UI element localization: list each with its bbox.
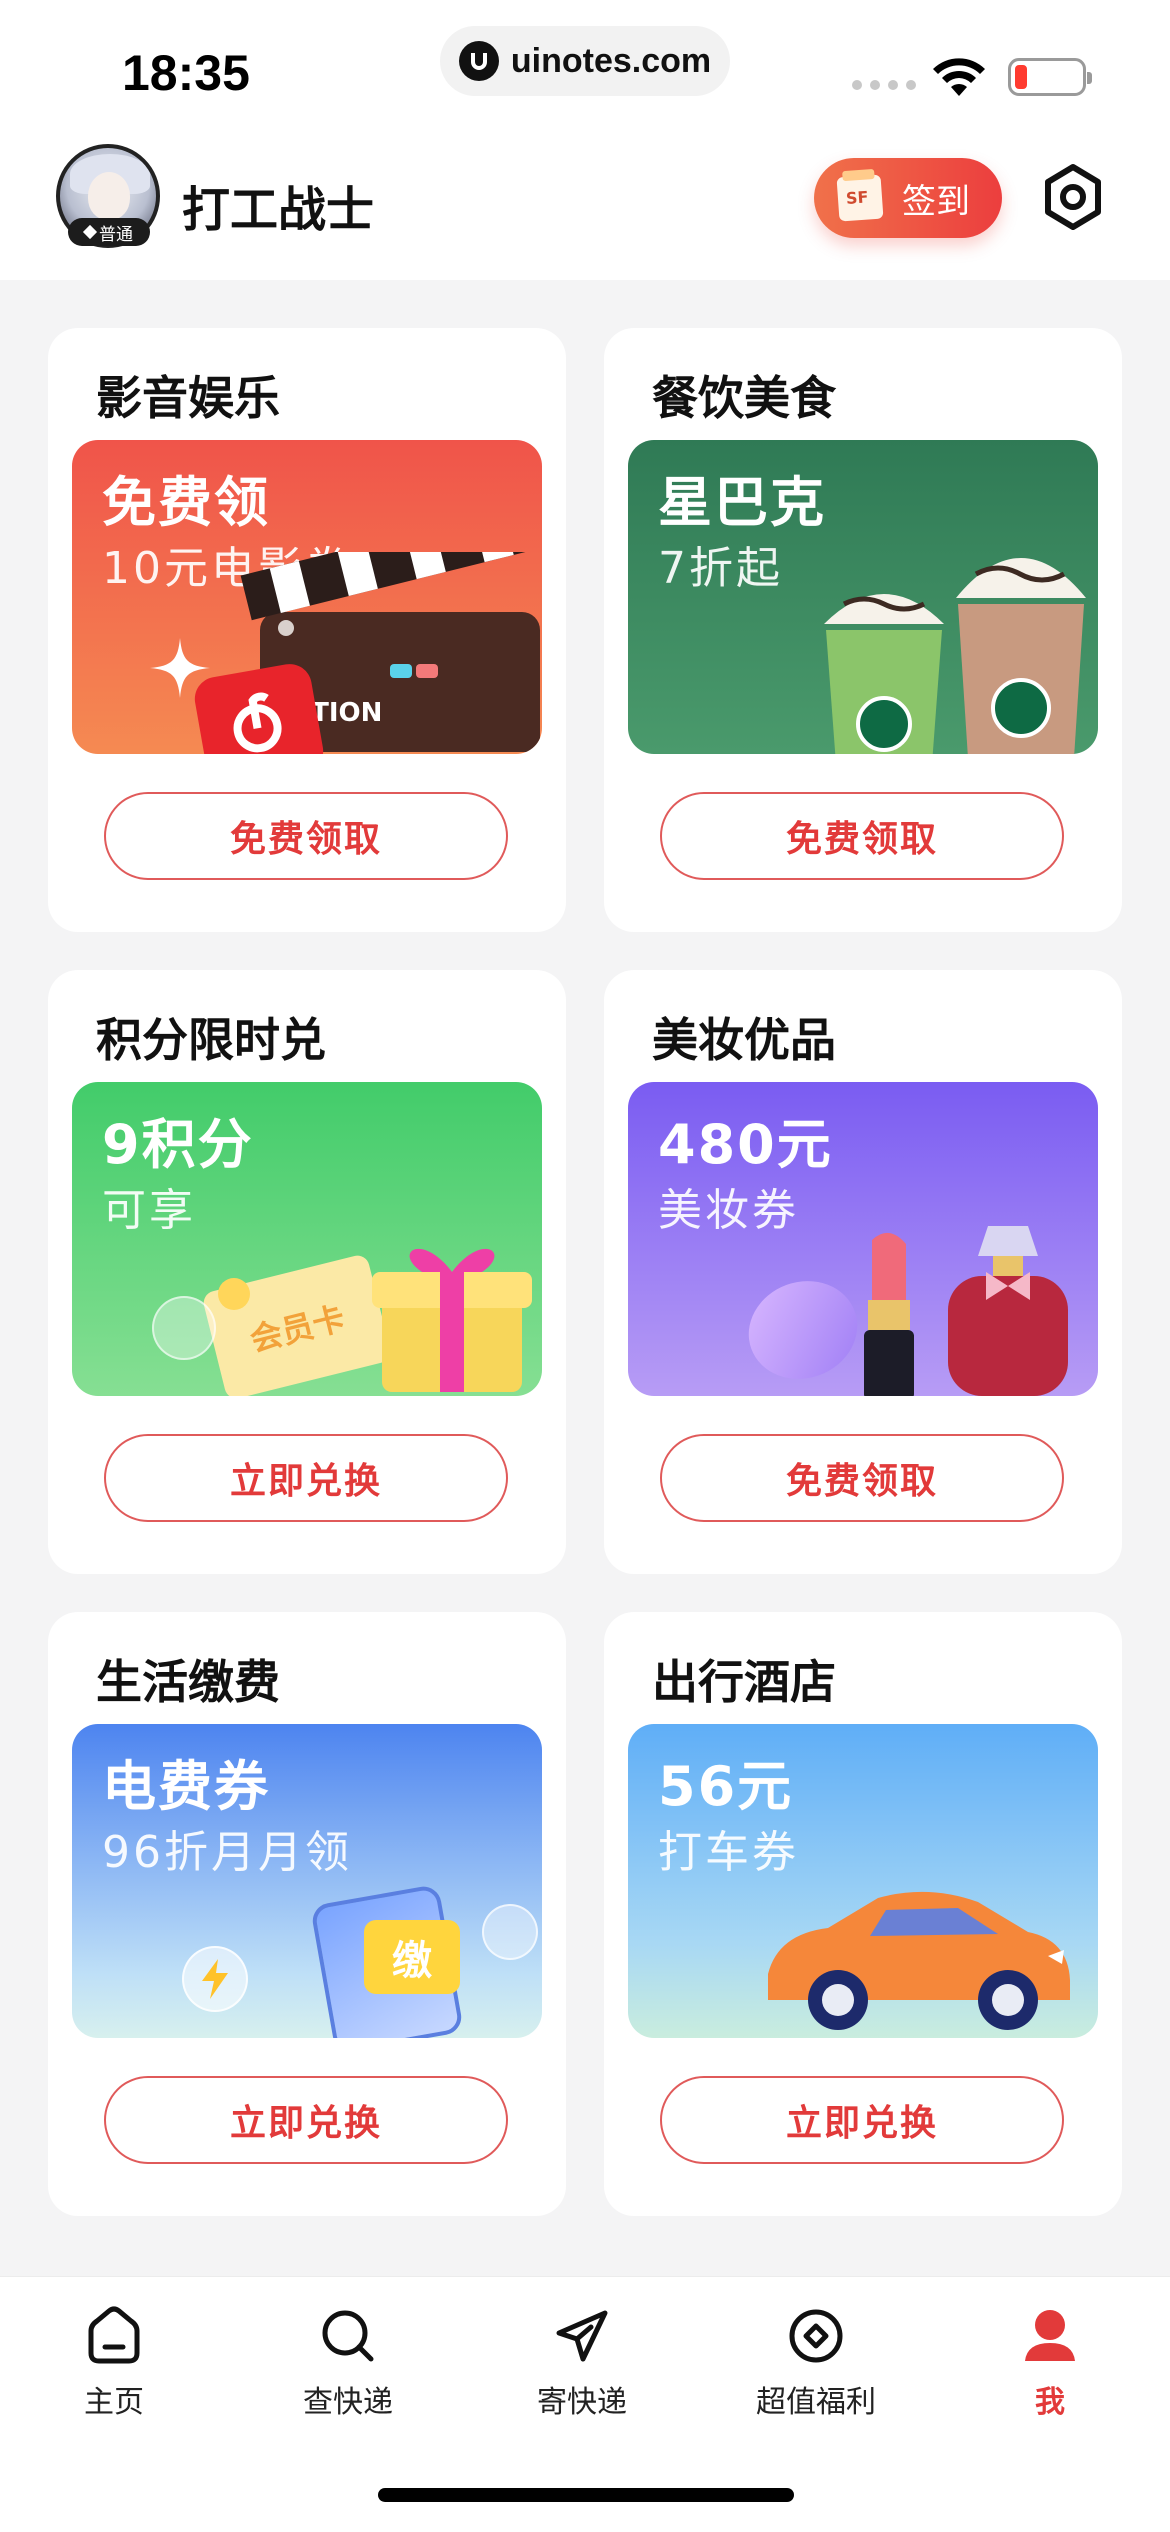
card-points[interactable]: 积分限时兑 9积分 可享 会员卡 立即兑换 [48,970,566,1574]
tab-send-parcel[interactable]: 寄快递 [492,2305,672,2435]
benefits-grid: 影音娱乐 免费领 10元电影券 CTION 免费领取 餐饮美食 星巴克 7折起 … [48,328,1122,2216]
tab-deals[interactable]: 超值福利 [726,2305,906,2435]
card-travel[interactable]: 出行酒店 56元 打车券 立即兑换 [604,1612,1122,2216]
card-beauty[interactable]: 美妆优品 480元 美妆券 免费领取 [604,970,1122,1574]
banner-subtitle: 96折月月领 [102,1827,352,1878]
banner-subtitle: 可享 [102,1185,196,1236]
banner-headline: 电费券 [102,1755,270,1818]
banner-beauty[interactable]: 480元 美妆券 [628,1082,1098,1396]
settings-icon[interactable] [1038,162,1108,232]
frappuccino-icon [824,594,944,754]
car-icon [768,1891,1070,2030]
member-card-text: 会员卡 [246,1298,349,1359]
claim-button[interactable]: 免费领取 [660,792,1064,880]
card-title: 美妆优品 [652,1013,836,1067]
tab-me[interactable]: 我 [960,2305,1140,2435]
banner-movie[interactable]: 免费领 10元电影券 CTION [72,440,542,754]
tab-label: 我 [1035,2385,1065,2420]
banner-headline: 480元 [658,1113,833,1176]
status-time: 18:35 [122,45,250,101]
claim-button[interactable]: 免费领取 [104,792,508,880]
wifi-icon [933,58,985,96]
tab-home[interactable]: 主页 [24,2305,204,2435]
profile-icon [1025,2310,1075,2361]
home-indicator [378,2488,794,2502]
send-icon [556,2310,608,2362]
music-app-icon [191,660,327,754]
level-badge-label: 普通 [99,224,133,245]
redeem-button[interactable]: 立即兑换 [104,1434,508,1522]
diamond-icon [82,224,98,240]
redeem-button[interactable]: 立即兑换 [104,2076,508,2164]
calendar-icon: SF [836,174,884,222]
banner-taxi[interactable]: 56元 打车券 [628,1724,1098,2038]
card-title: 影音娱乐 [96,371,280,425]
tab-label: 主页 [84,2385,144,2420]
search-icon [322,2310,374,2362]
tab-track-parcel[interactable]: 查快递 [258,2305,438,2435]
cellular-signal-icon [852,80,916,90]
bubble-icon [152,1296,216,1360]
coffee-drink-icon [956,558,1086,754]
card-utilities[interactable]: 生活缴费 电费券 96折月月领 缴 立即兑换 [48,1612,566,2216]
banner-headline: 9积分 [102,1113,254,1176]
member-card-icon: 会员卡 [201,1253,393,1396]
url-text: uinotes.com [510,41,712,80]
level-badge: 普通 [68,218,150,246]
banner-subtitle: 打车券 [658,1827,799,1878]
home-icon [88,2306,140,2364]
lipstick-icon [864,1232,914,1396]
perfume-bottle-icon [948,1226,1068,1396]
gift-box-icon [372,1248,532,1392]
compact-mirror-icon [734,1266,872,1394]
site-logo-icon [458,41,499,81]
calendar-icon-text: SF [845,187,870,208]
banner-subtitle: 美妆券 [658,1185,799,1236]
status-bar: 18:35 uinotes.com [0,0,1170,140]
card-title: 餐饮美食 [652,371,836,425]
pay-badge-icon: 缴 [364,1920,460,1994]
url-pill[interactable]: uinotes.com [440,26,730,96]
banner-subtitle: 7折起 [658,543,783,594]
card-title: 积分限时兑 [96,1013,326,1067]
claim-button[interactable]: 免费领取 [660,1434,1064,1522]
water-drop-bubble-icon [482,1904,538,1960]
checkin-button[interactable]: SF 签到 [814,158,1002,238]
banner-points[interactable]: 9积分 可享 会员卡 [72,1082,542,1396]
tab-label: 超值福利 [756,2385,876,2420]
banner-headline: 免费领 [102,471,270,534]
sparkle-icon [150,638,210,698]
target-icon [789,2309,843,2363]
battery-icon [1008,58,1092,96]
card-entertainment[interactable]: 影音娱乐 免费领 10元电影券 CTION 免费领取 [48,328,566,932]
checkin-label: 签到 [902,181,970,222]
lightning-bubble-icon [182,1946,248,2012]
card-title: 出行酒店 [652,1655,836,1709]
pay-badge-text: 缴 [392,1938,432,1984]
profile-header: 普通 打工战士 SF 签到 [0,140,1170,280]
banner-headline: 56元 [658,1755,794,1818]
card-food[interactable]: 餐饮美食 星巴克 7折起 免费领取 [604,328,1122,932]
redeem-button[interactable]: 立即兑换 [660,2076,1064,2164]
tab-label: 查快递 [303,2385,393,2420]
banner-electricity[interactable]: 电费券 96折月月领 缴 [72,1724,542,2038]
banner-coffee[interactable]: 星巴克 7折起 [628,440,1098,754]
smiley-coin-icon [218,1278,250,1310]
banner-headline: 星巴克 [658,471,826,534]
card-title: 生活缴费 [96,1655,280,1709]
username: 打工战士 [182,182,375,238]
tab-label: 寄快递 [537,2385,627,2420]
